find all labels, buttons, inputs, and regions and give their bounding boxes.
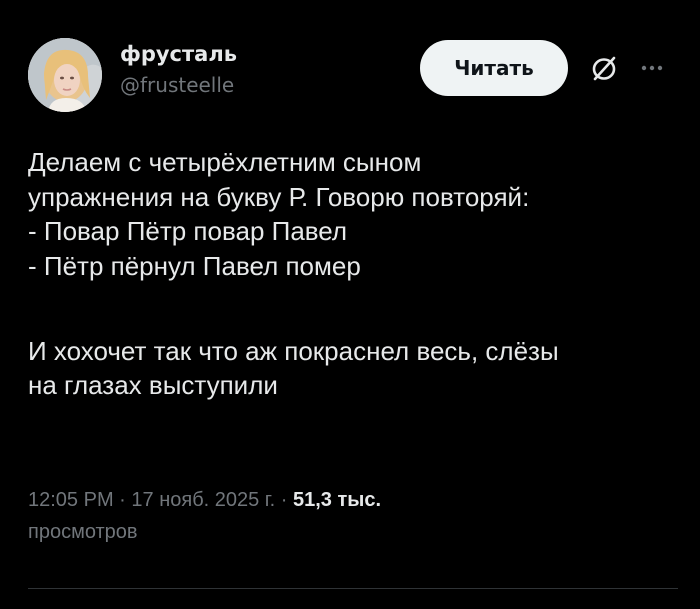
divider — [28, 588, 678, 589]
tweet-text-line: - Пётр пёрнул Павел помер — [28, 250, 361, 281]
author-block: фрусталь @frusteelle — [120, 40, 237, 99]
tweet-card: фрусталь @frusteelle Читать Делаем с чет… — [0, 0, 700, 609]
views-count: 51,3 тыс. — [293, 489, 382, 511]
tweet-text-line: на глазах выступили — [28, 370, 278, 400]
tweet-text-line: Делаем с четырёхлетним сыном — [28, 147, 422, 177]
grok-icon[interactable] — [588, 52, 620, 84]
tweet-text-line: упражнения на букву Р. Говорю повторяй: — [28, 181, 530, 212]
tweet-time[interactable]: 12:05 PM — [28, 489, 114, 511]
tweet-meta: 12:05 PM · 17 нояб. 2025 г. · 51,3 тыс. … — [28, 484, 678, 548]
meta-separator: · — [275, 489, 293, 511]
tweet-text-line: И хохочет так что аж покраснел весь, слё… — [28, 335, 559, 366]
views-label: просмотров — [28, 521, 138, 543]
author-handle[interactable]: @frusteelle — [120, 71, 237, 99]
avatar-image — [28, 38, 102, 112]
tweet-text: Делаем с четырёхлетним сыном упражнения … — [28, 145, 678, 403]
author-display-name[interactable]: фрусталь — [120, 40, 237, 68]
meta-line: 12:05 PM · 17 нояб. 2025 г. · 51,3 тыс. — [28, 484, 678, 516]
follow-button[interactable]: Читать — [420, 40, 568, 96]
more-icon[interactable] — [636, 52, 668, 84]
meta-separator: · — [113, 489, 132, 511]
tweet-date[interactable]: 17 нояб. 2025 г. — [131, 489, 275, 511]
tweet-text-line: - Повар Пётр повар Павел — [28, 216, 348, 246]
avatar[interactable] — [28, 38, 102, 112]
